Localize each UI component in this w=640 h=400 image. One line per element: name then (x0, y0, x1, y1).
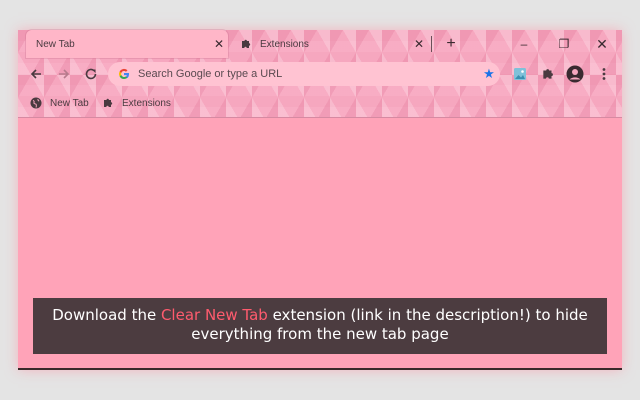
bookmark-label: New Tab (50, 97, 89, 109)
avatar-icon (566, 65, 584, 83)
puzzle-icon (543, 69, 553, 79)
banner-highlight: Clear New Tab (160, 306, 268, 324)
forward-arrow-icon (59, 69, 70, 79)
puzzle-icon (242, 39, 251, 48)
menu-button[interactable] (594, 64, 614, 84)
tab-separator (431, 36, 432, 52)
tab-close-icon[interactable]: ✕ (410, 37, 428, 51)
new-tab-button[interactable]: + (442, 34, 460, 54)
promo-banner: Download the Clear New Tab extension (li… (33, 298, 607, 354)
forward-button[interactable] (54, 64, 74, 84)
tab-extensions[interactable]: Extensions ✕ (232, 30, 428, 58)
extension-image-button[interactable] (510, 64, 530, 84)
browser-chrome: New Tab ✕ Extensions ✕ + – ❐ ✕ Search Go… (18, 30, 622, 118)
bookmark-star-icon[interactable]: ★ (478, 66, 500, 82)
image-extension-icon (514, 68, 526, 80)
google-icon (118, 68, 130, 80)
globe-icon (30, 97, 42, 109)
bookmark-extensions[interactable]: Extensions (102, 94, 171, 112)
tab-close-icon[interactable]: ✕ (210, 37, 228, 51)
profile-button[interactable] (565, 64, 585, 84)
close-window-button[interactable]: ✕ (588, 34, 616, 54)
omnibox-placeholder: Search Google or type a URL (138, 68, 283, 80)
back-arrow-icon (30, 69, 41, 79)
kebab-menu-icon (602, 68, 606, 80)
tab-new-tab[interactable]: New Tab ✕ (26, 30, 228, 58)
bookmark-label: Extensions (122, 97, 171, 109)
puzzle-icon (104, 98, 113, 107)
extensions-button[interactable] (538, 64, 558, 84)
tab-label: Extensions (260, 38, 309, 50)
reload-icon (85, 68, 97, 80)
minimize-button[interactable]: – (510, 34, 538, 54)
reload-button[interactable] (81, 64, 101, 84)
tab-label: New Tab (36, 38, 75, 50)
back-button[interactable] (26, 64, 46, 84)
bookmark-new-tab[interactable]: New Tab (30, 94, 89, 112)
omnibox[interactable]: Search Google or type a URL ★ (108, 62, 500, 86)
banner-text-before: Download the (52, 306, 161, 324)
restore-button[interactable]: ❐ (550, 34, 578, 54)
